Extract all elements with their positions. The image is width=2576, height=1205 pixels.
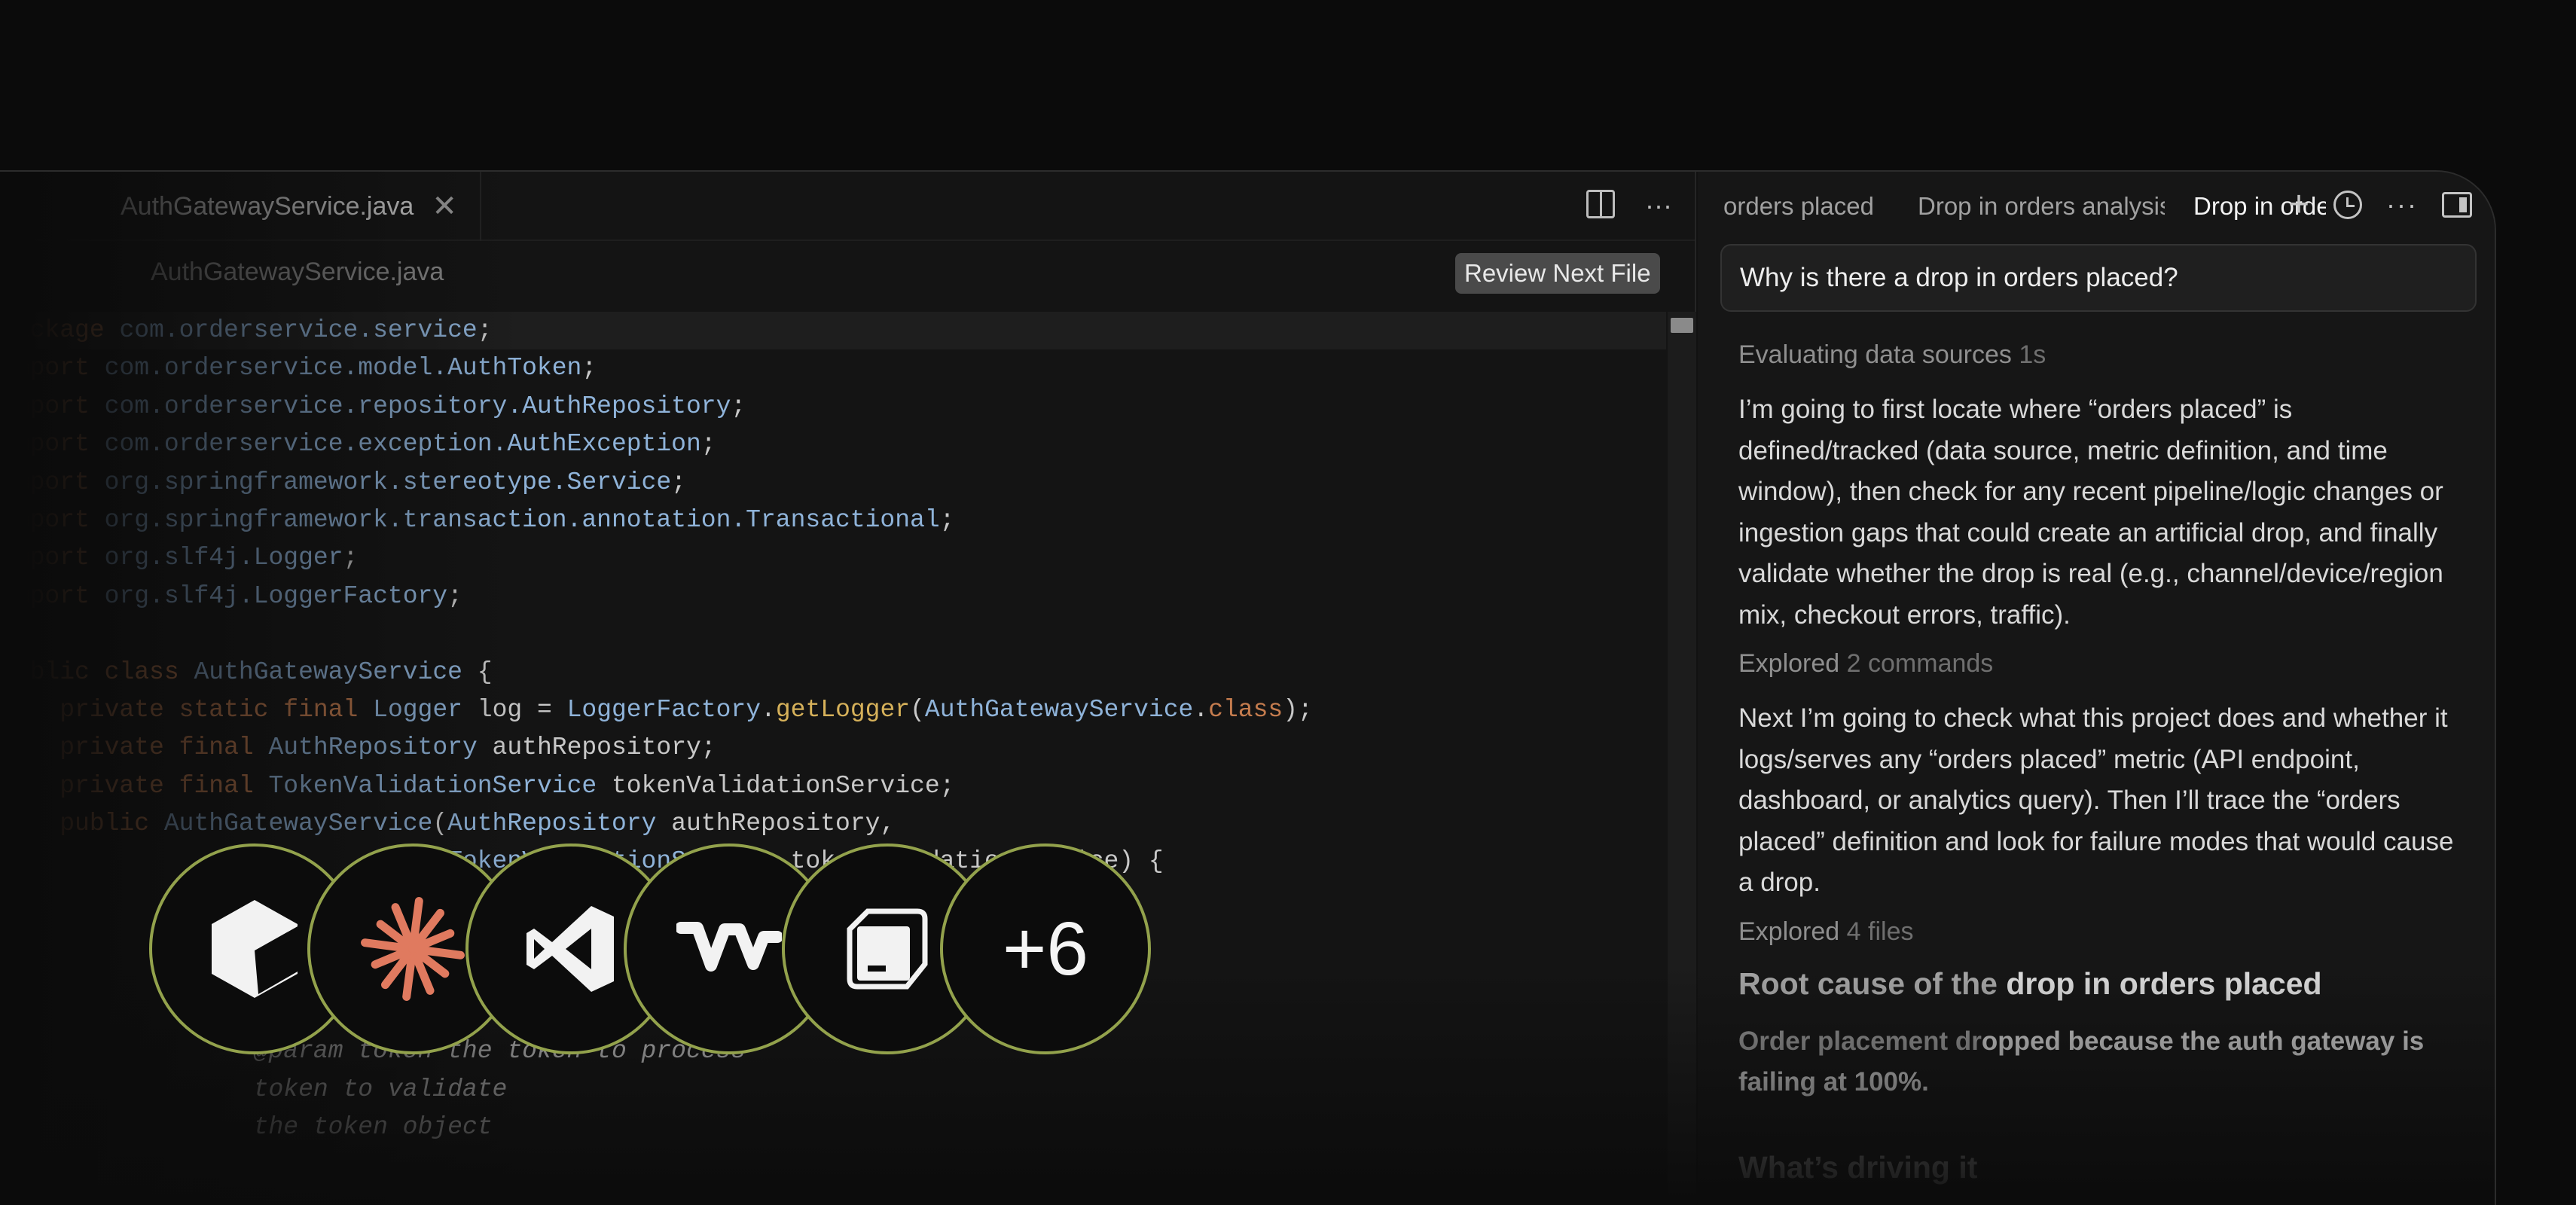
editor-scrollbar[interactable] — [1668, 312, 1696, 1205]
split-editor-icon[interactable] — [1586, 190, 1616, 218]
windsurf-icon — [676, 922, 782, 972]
code-line[interactable]: public AuthGatewayService(AuthRepository… — [0, 805, 1666, 843]
code-line[interactable]: public class AuthGatewayService { — [0, 654, 1666, 691]
chat-tabbar: orders placed Drop in orders analysis Dr… — [1698, 172, 2495, 241]
editor-tab-label: AuthGatewayService.java — [121, 191, 414, 221]
code-line[interactable]: import org.springframework.transaction.a… — [0, 502, 1666, 539]
more-icon[interactable]: ··· — [2386, 189, 2418, 221]
answer-heading-highlight: drop in orders placed — [2006, 966, 2322, 1001]
history-icon[interactable] — [2333, 191, 2363, 219]
scrollbar-thumb[interactable] — [1671, 318, 1693, 333]
answer-heading-part: Root cause of the — [1738, 966, 1998, 1001]
status-label: Evaluating data sources — [1738, 340, 2012, 369]
code-line[interactable]: import com.orderservice.repository.AuthR… — [0, 388, 1666, 426]
status-label: Explored — [1738, 649, 1840, 678]
agent-chat-panel: orders placed Drop in orders analysis Dr… — [1698, 172, 2495, 1205]
chat-tab-2[interactable]: Drop in orders analysis — [1918, 192, 2165, 221]
chat-tab-1[interactable]: orders placed — [1723, 192, 1889, 221]
terminal-window-icon — [847, 908, 928, 990]
code-line[interactable]: import org.slf4j.Logger; — [0, 539, 1666, 577]
code-line[interactable]: token to validate — [0, 1071, 1666, 1109]
assistant-message-2: Next I’m going to check what this projec… — [1738, 703, 2454, 897]
new-chat-icon[interactable]: + — [2288, 187, 2309, 223]
chat-toolbar: + ··· — [2288, 187, 2472, 223]
close-icon[interactable]: ✕ — [432, 189, 457, 224]
more-actions-icon[interactable]: ··· — [1645, 190, 1672, 221]
answer-summary-part: Order placement dr — [1738, 1026, 1982, 1056]
code-line[interactable] — [0, 615, 1666, 653]
user-prompt[interactable]: Why is there a drop in orders placed? — [1720, 244, 2477, 312]
code-line[interactable]: package com.orderservice.service; — [0, 312, 1666, 350]
editor-tabbar: AuthGatewayService.java ✕ ··· — [0, 172, 1695, 241]
status-label: Explored — [1738, 917, 1840, 946]
answer-heading: Root cause of the drop in orders placed — [1738, 966, 2457, 1002]
answer-summary: Order placement dropped because the auth… — [1738, 1021, 2457, 1103]
code-line[interactable]: the token object — [0, 1109, 1666, 1146]
agent-more[interactable]: +6 — [940, 844, 1151, 1054]
code-line[interactable]: import org.slf4j.LoggerFactory; — [0, 578, 1666, 615]
code-line[interactable]: private final TokenValidationService tok… — [0, 767, 1666, 805]
code-line[interactable]: import org.springframework.stereotype.Se… — [0, 464, 1666, 502]
code-line[interactable]: private final AuthRepository authReposit… — [0, 729, 1666, 767]
status-explored-files[interactable]: Explored 4 files — [1738, 917, 2457, 947]
status-time: 1s — [2019, 340, 2046, 369]
toggle-panel-icon[interactable] — [2442, 192, 2472, 218]
more-agents-count: +6 — [1002, 906, 1088, 991]
status-explored-commands[interactable]: Explored 2 commands — [1738, 649, 2457, 679]
vscode-icon — [526, 906, 614, 992]
status-detail: 2 commands — [1846, 649, 1994, 678]
code-line[interactable]: import com.orderservice.exception.AuthEx… — [0, 426, 1666, 463]
code-line[interactable]: private static final Logger log = Logger… — [0, 691, 1666, 729]
status-detail: 4 files — [1846, 917, 1914, 946]
status-evaluating[interactable]: Evaluating data sources 1s — [1738, 340, 2457, 370]
assistant-message-1: I’m going to first locate where “orders … — [1738, 395, 2443, 630]
editor-tab-authgatewayservice[interactable]: AuthGatewayService.java ✕ — [121, 172, 481, 241]
starburst-icon — [361, 897, 465, 1001]
review-next-file-button[interactable]: Review Next File — [1455, 253, 1660, 294]
section-heading-drivers: What’s driving it — [1738, 1149, 1978, 1185]
breadcrumb[interactable]: AuthGatewayService.java — [151, 258, 444, 287]
cube-icon — [212, 900, 298, 998]
code-line[interactable]: import com.orderservice.model.AuthToken; — [0, 349, 1666, 387]
editor-actions: ··· — [1586, 190, 1672, 221]
breadcrumb-row: AuthGatewayService.java Review Next File — [0, 241, 1695, 310]
chat-transcript: Evaluating data sources 1s I’m going to … — [1698, 312, 2495, 1185]
ide-window: AuthGatewayService.java ✕ ··· AuthGatewa… — [0, 170, 2496, 1205]
